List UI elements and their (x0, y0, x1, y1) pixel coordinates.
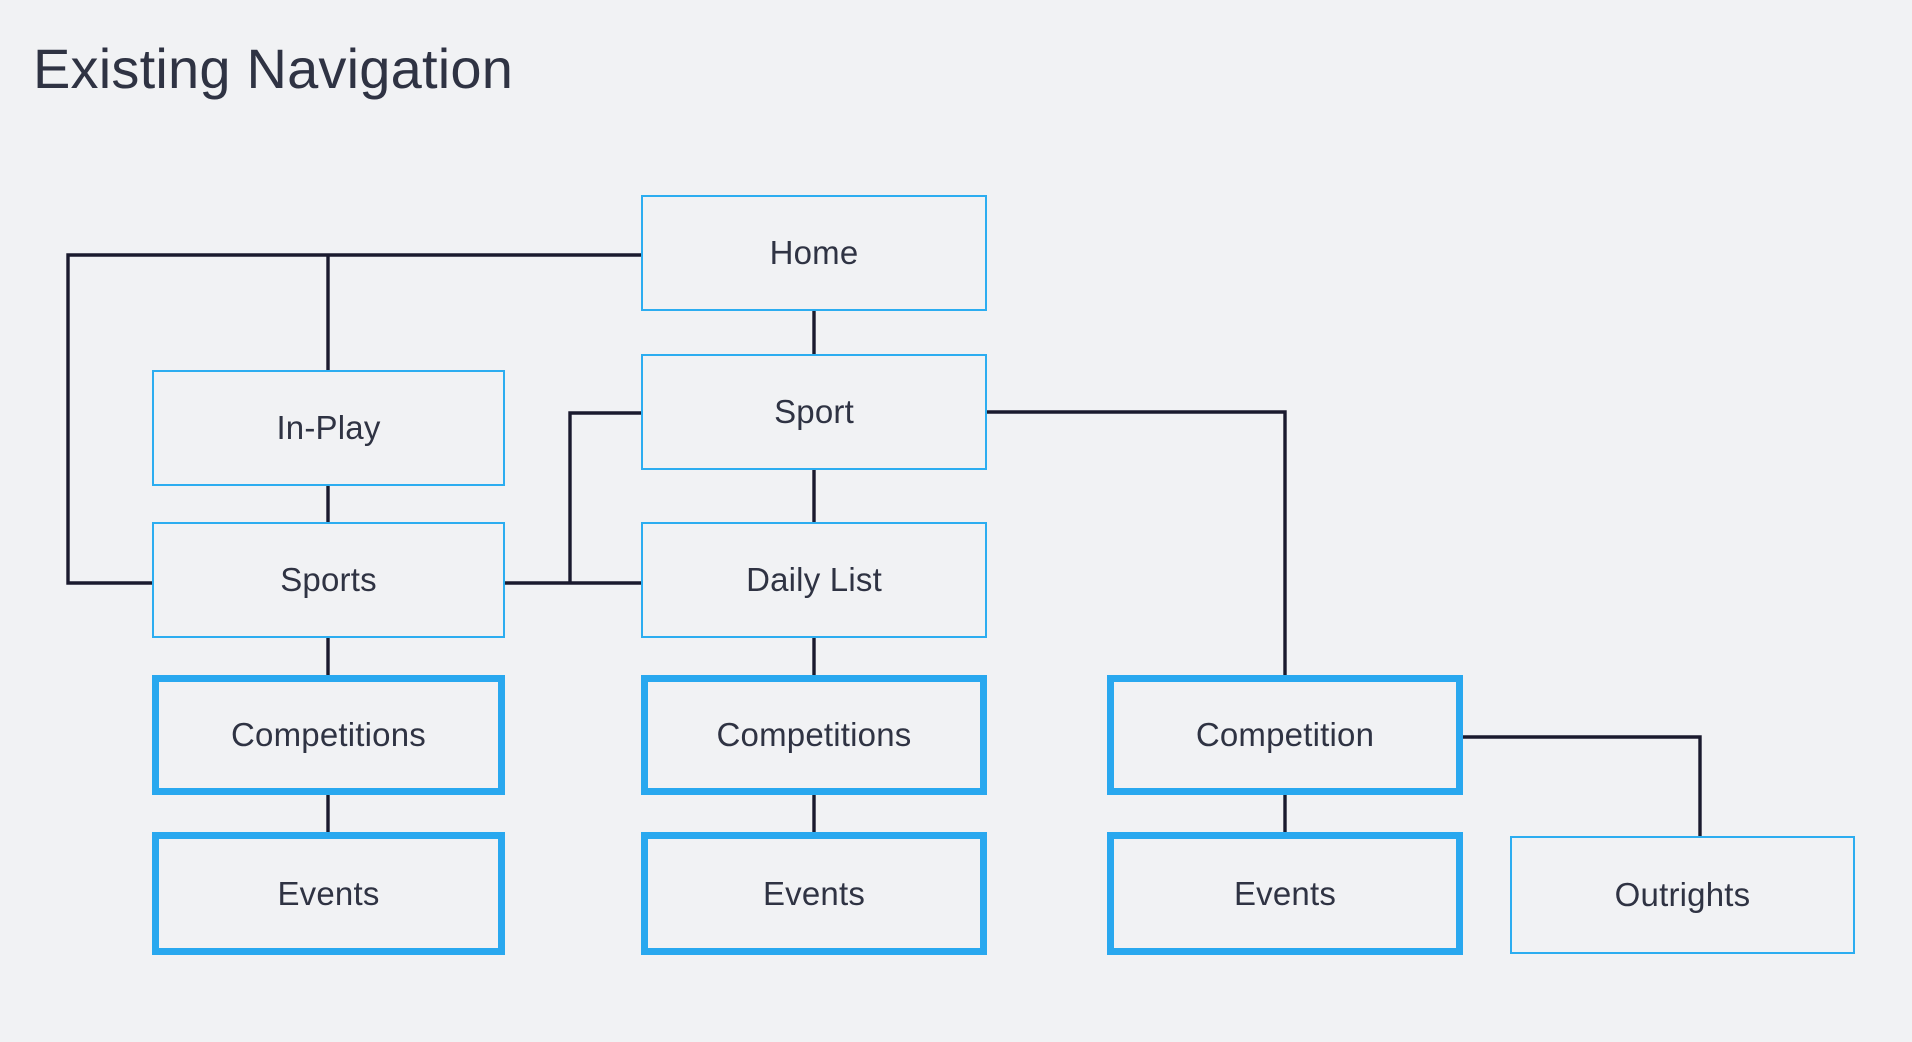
node-competitions-2[interactable]: Competitions (641, 675, 987, 795)
node-label-competitions-2: Competitions (716, 716, 912, 753)
node-label-competitions-1: Competitions (231, 716, 426, 753)
node-label-sports: Sports (280, 561, 377, 598)
node-sports[interactable]: Sports (152, 522, 505, 638)
node-label-in-play: In-Play (276, 409, 381, 446)
node-label-outrights: Outrights (1614, 876, 1751, 913)
node-events-1[interactable]: Events (152, 832, 505, 955)
node-events-3[interactable]: Events (1107, 832, 1463, 955)
node-label-events-1: Events (277, 874, 380, 912)
node-competitions-1[interactable]: Competitions (152, 675, 505, 795)
node-label-home: Home (769, 234, 859, 271)
connector-competition-3-to-outrights (1463, 735, 1702, 836)
node-label-events-3: Events (1233, 874, 1337, 912)
connector-sport-to-competition-3 (987, 410, 1287, 675)
node-competition-3[interactable]: Competition (1107, 675, 1463, 795)
node-sport[interactable]: Sport (641, 354, 987, 470)
node-label-competition-3: Competition (1195, 716, 1375, 753)
node-label-daily-list: Daily List (746, 561, 882, 598)
node-in-play[interactable]: In-Play (152, 370, 505, 486)
node-home[interactable]: Home (641, 195, 987, 311)
node-outrights[interactable]: Outrights (1510, 836, 1855, 954)
node-label-events-2: Events (762, 874, 866, 912)
node-label-sport: Sport (774, 393, 854, 430)
node-events-2[interactable]: Events (641, 832, 987, 955)
connector-sports-to-sport (568, 411, 641, 583)
node-daily-list[interactable]: Daily List (641, 522, 987, 638)
